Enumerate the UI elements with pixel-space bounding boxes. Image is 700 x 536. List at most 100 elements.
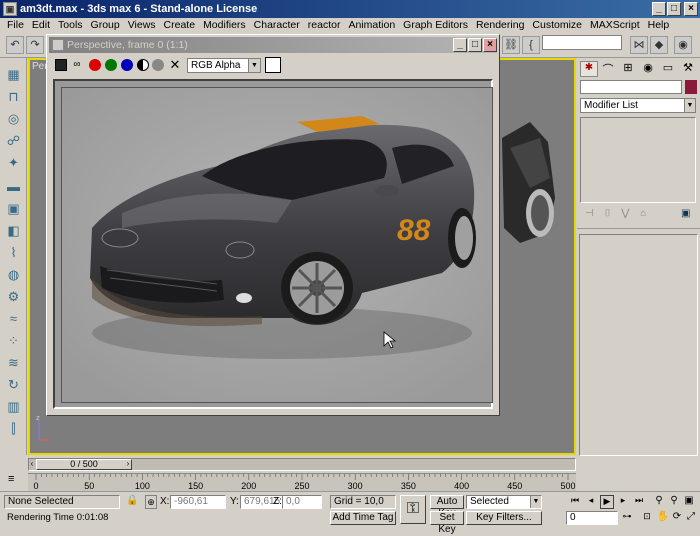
lock-selection-icon[interactable]: 🔒	[126, 495, 138, 509]
color-swatch[interactable]	[265, 57, 281, 73]
chevron-down-icon[interactable]: ▼	[684, 99, 695, 112]
cylinder-icon[interactable]: ⊓	[5, 88, 22, 105]
auto-key-button[interactable]: Auto Key	[430, 495, 464, 519]
monochrome-button[interactable]	[152, 59, 164, 71]
menu-animation[interactable]: Animation	[344, 19, 399, 31]
current-frame-field[interactable]: 0	[566, 511, 618, 525]
mirror-icon[interactable]: ⋈	[630, 36, 648, 54]
character-icon[interactable]: ✦	[5, 154, 22, 171]
modifier-stack-list[interactable]	[580, 117, 696, 203]
particles-icon[interactable]: ⁘	[5, 332, 22, 349]
menu-views[interactable]: Views	[124, 19, 160, 31]
time-slider-thumb[interactable]: 0 / 500	[36, 459, 132, 470]
named-selection-dropdown[interactable]	[542, 35, 622, 50]
minimize-button[interactable]: _	[652, 2, 666, 16]
maximize-viewport-icon[interactable]: ⤢	[684, 511, 698, 525]
menu-graph-editors[interactable]: Graph Editors	[399, 19, 472, 31]
create-tab-icon[interactable]: ✱	[580, 61, 598, 77]
extrude-icon[interactable]: ◧	[5, 222, 22, 239]
bones-icon[interactable]: ☍	[5, 132, 22, 149]
zoom-icon[interactable]: ⚲	[652, 495, 666, 509]
green-channel-button[interactable]	[105, 59, 117, 71]
go-to-start-icon[interactable]: ⏮	[568, 495, 582, 509]
go-to-end-icon[interactable]: ⏭	[632, 495, 646, 509]
close-button[interactable]: ×	[684, 2, 698, 16]
hierarchy-tab-icon[interactable]: ⊞	[619, 61, 637, 77]
play-icon[interactable]: ▶	[600, 495, 614, 509]
previous-frame-icon[interactable]: ◂	[584, 495, 598, 509]
modifier-list-dropdown[interactable]: Modifier List ▼	[580, 98, 696, 113]
channel-select[interactable]: RGB Alpha ▼	[187, 58, 261, 73]
box-icon[interactable]: ▣	[5, 200, 22, 217]
abc-icon[interactable]: {	[522, 36, 540, 54]
undo-icon[interactable]: ↶	[6, 36, 24, 54]
wave-icon[interactable]: ≈	[5, 310, 22, 327]
blue-channel-button[interactable]	[121, 59, 133, 71]
menu-rendering[interactable]: Rendering	[472, 19, 528, 31]
select-link-icon[interactable]: ⛓	[502, 36, 520, 54]
material-editor-icon[interactable]: ◆	[650, 36, 668, 54]
motion-tab-icon[interactable]: ◉	[639, 61, 657, 77]
chevron-down-icon[interactable]: ▼	[248, 59, 260, 72]
key-selection-dropdown[interactable]: Selected ▼	[466, 495, 542, 509]
menu-create[interactable]: Create	[160, 19, 200, 31]
menu-file[interactable]: File	[3, 19, 28, 31]
menu-help[interactable]: Help	[644, 19, 674, 31]
menu-maxscript[interactable]: MAXScript	[586, 19, 644, 31]
red-channel-button[interactable]	[89, 59, 101, 71]
add-time-tag-button[interactable]: Add Time Tag	[330, 511, 396, 525]
z-coordinate-field[interactable]: 0,0	[282, 495, 322, 509]
zoom-extents-icon[interactable]: ▣	[682, 495, 696, 509]
prev-frame-arrow-icon[interactable]: ‹	[28, 459, 36, 470]
lattice-icon[interactable]: ▥	[5, 398, 22, 415]
configure-sets-icon[interactable]: ▣	[681, 208, 693, 220]
x-coordinate-field[interactable]: -960,61	[170, 495, 226, 509]
menu-modifiers[interactable]: Modifiers	[199, 19, 250, 31]
save-image-icon[interactable]	[55, 59, 67, 71]
clone-icon[interactable]: ∞	[71, 59, 83, 71]
render-minimize-button[interactable]: _	[453, 38, 467, 52]
clear-icon[interactable]: ✕	[169, 58, 181, 71]
object-color-swatch[interactable]	[685, 80, 697, 94]
display-tab-icon[interactable]: ▭	[659, 61, 677, 77]
utilities-tab-icon[interactable]: ⚒	[679, 61, 697, 77]
maximize-button[interactable]: □	[667, 2, 681, 16]
menu-group[interactable]: Group	[87, 19, 124, 31]
track-bar-menu-icon[interactable]: ≡	[8, 473, 26, 489]
key-filters-button[interactable]: Key Filters...	[466, 511, 542, 525]
key-mode-icon[interactable]: ⊶	[620, 511, 634, 525]
object-name-field[interactable]	[580, 80, 682, 94]
menu-edit[interactable]: Edit	[28, 19, 54, 31]
next-frame-arrow-icon[interactable]: ›	[124, 459, 132, 470]
tube-icon[interactable]: ⫿	[5, 420, 22, 437]
zoom-all-icon[interactable]: ⚲	[667, 495, 681, 509]
sphere-icon[interactable]: ◎	[5, 110, 22, 127]
chevron-down-icon[interactable]: ▼	[530, 496, 541, 508]
menu-character[interactable]: Character	[250, 19, 304, 31]
camera-icon[interactable]: ▬	[5, 178, 22, 195]
track-bar[interactable]: 0 50 100 150 200 250 300 350 400 450 500	[28, 473, 576, 491]
helper-icon[interactable]: ⚙	[5, 288, 22, 305]
modify-tab-icon[interactable]: ⌒	[599, 61, 617, 77]
arc-rotate-icon[interactable]: ⟳	[670, 511, 684, 525]
loop-icon[interactable]: ↻	[5, 376, 22, 393]
quick-render-icon[interactable]: ◉	[674, 36, 692, 54]
set-key-icon[interactable]: ⚿	[400, 495, 426, 524]
next-frame-icon[interactable]: ▸	[616, 495, 630, 509]
render-close-button[interactable]: ×	[483, 38, 497, 52]
set-key-button[interactable]: Set Key	[430, 511, 464, 535]
menu-tools[interactable]: Tools	[54, 19, 87, 31]
render-maximize-button[interactable]: □	[468, 38, 482, 52]
create-tool-icon[interactable]: ▦	[5, 66, 22, 83]
time-slider[interactable]: 0 / 500 ‹ ›	[28, 458, 576, 472]
redo-icon[interactable]: ↷	[26, 36, 44, 54]
pan-icon[interactable]: ✋	[656, 511, 670, 525]
ripple-icon[interactable]: ≋	[5, 354, 22, 371]
time-config-icon[interactable]: ⊡	[640, 511, 654, 525]
menu-reactor[interactable]: reactor	[304, 19, 345, 31]
light-icon[interactable]: ◍	[5, 266, 22, 283]
alpha-channel-button[interactable]	[137, 59, 149, 71]
absolute-mode-icon[interactable]: ⊕	[145, 495, 157, 509]
bend-icon[interactable]: ⌇	[5, 244, 22, 261]
menu-customize[interactable]: Customize	[528, 19, 586, 31]
